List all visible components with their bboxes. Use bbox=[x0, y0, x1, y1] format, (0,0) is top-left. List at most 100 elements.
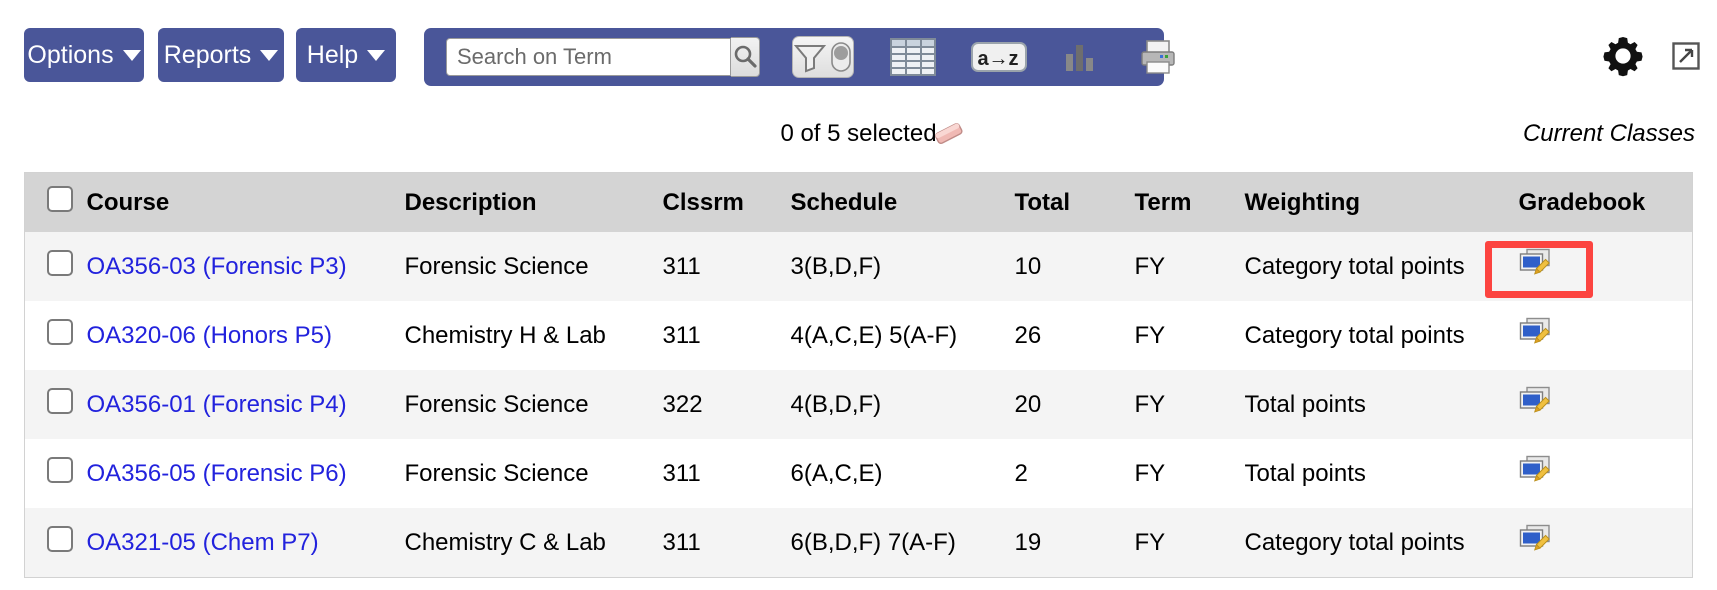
row-select-cell bbox=[25, 370, 87, 439]
chevron-down-icon bbox=[367, 49, 386, 61]
svg-text:a→z: a→z bbox=[977, 48, 1018, 70]
cell-clssrm: 311 bbox=[662, 321, 701, 349]
cell-course: OA356-03 (Forensic P3) bbox=[87, 232, 405, 301]
row-checkbox[interactable] bbox=[47, 526, 73, 552]
cell-weighting: Category total points bbox=[1244, 252, 1465, 280]
gradebook-button[interactable] bbox=[1519, 455, 1553, 492]
course-link[interactable]: OA356-01 (Forensic P4) bbox=[87, 391, 347, 418]
printer-icon bbox=[1141, 40, 1175, 74]
selection-count-label: 0 of 5 selected bbox=[780, 120, 937, 147]
clear-selection-button[interactable] bbox=[932, 120, 966, 153]
cell-description: Forensic Science bbox=[404, 252, 589, 280]
gradebook-button[interactable] bbox=[1519, 524, 1553, 561]
gradebook-edit-icon bbox=[1519, 317, 1550, 344]
cell-schedule: 3(B,D,F) bbox=[790, 252, 882, 280]
column-header-term[interactable]: Term bbox=[1135, 173, 1245, 233]
course-link[interactable]: OA321-05 (Chem P7) bbox=[87, 529, 319, 556]
cell-description: Forensic Science bbox=[404, 459, 589, 487]
cell-course: OA320-06 (Honors P5) bbox=[87, 301, 405, 370]
cell-total: 10 bbox=[1014, 252, 1042, 280]
cell-total: 20 bbox=[1014, 390, 1042, 418]
table-header: Course Description Clssrm Schedule Total… bbox=[24, 172, 1693, 233]
table-row: OA356-01 (Forensic P4) Forensic Science … bbox=[24, 370, 1693, 439]
cell-gradebook bbox=[1519, 439, 1693, 508]
cell-clssrm: 311 bbox=[662, 528, 701, 556]
settings-button[interactable] bbox=[1601, 34, 1645, 78]
reports-button-label: Reports bbox=[163, 40, 252, 69]
row-select-cell bbox=[25, 232, 87, 301]
open-in-new-window-icon bbox=[1672, 42, 1700, 70]
row-select-cell bbox=[25, 439, 87, 508]
table-header-row: Course Description Clssrm Schedule Total… bbox=[24, 172, 1693, 233]
cell-weighting: Category total points bbox=[1244, 528, 1465, 556]
table-row: OA321-05 (Chem P7) Chemistry C & Lab 311… bbox=[24, 508, 1693, 578]
course-link[interactable]: OA320-06 (Honors P5) bbox=[87, 322, 332, 349]
help-button-label: Help bbox=[306, 40, 359, 69]
gradebook-button[interactable] bbox=[1519, 248, 1553, 285]
cell-gradebook bbox=[1519, 301, 1693, 370]
chart-view-button[interactable] bbox=[1062, 32, 1098, 82]
cell-weighting: Total points bbox=[1244, 459, 1366, 487]
toolbar: Options Reports Help Search on Term a→z bbox=[0, 28, 1717, 88]
cell-description: Chemistry C & Lab bbox=[404, 528, 606, 556]
gear-icon bbox=[1603, 37, 1643, 77]
row-checkbox[interactable] bbox=[47, 319, 73, 345]
cell-schedule: 4(B,D,F) bbox=[790, 390, 882, 418]
course-link[interactable]: OA356-03 (Forensic P3) bbox=[87, 253, 347, 280]
reports-button[interactable]: Reports bbox=[158, 28, 284, 82]
filter-button[interactable] bbox=[792, 36, 854, 78]
chevron-down-icon bbox=[122, 49, 141, 61]
select-all-header bbox=[25, 173, 87, 233]
row-checkbox[interactable] bbox=[47, 457, 73, 483]
row-checkbox[interactable] bbox=[47, 388, 73, 414]
cell-clssrm: 322 bbox=[662, 390, 703, 418]
column-header-clssrm[interactable]: Clssrm bbox=[663, 173, 791, 233]
bar-chart-icon bbox=[1066, 45, 1093, 71]
column-header-total[interactable]: Total bbox=[1015, 173, 1135, 233]
help-button[interactable]: Help bbox=[296, 28, 396, 82]
search-submit-button[interactable] bbox=[731, 37, 760, 77]
row-checkbox[interactable] bbox=[47, 250, 73, 276]
print-button[interactable] bbox=[1138, 32, 1178, 82]
select-all-checkbox[interactable] bbox=[47, 186, 73, 212]
cell-schedule: 6(B,D,F) 7(A-F) bbox=[790, 528, 956, 556]
cell-gradebook bbox=[1519, 232, 1693, 301]
column-header-schedule[interactable]: Schedule bbox=[791, 173, 1015, 233]
cell-term: FY bbox=[1134, 252, 1166, 280]
course-link[interactable]: OA356-05 (Forensic P6) bbox=[87, 460, 347, 487]
cell-term: FY bbox=[1134, 528, 1166, 556]
toggle-switch-icon bbox=[831, 42, 851, 72]
gradebook-button[interactable] bbox=[1519, 317, 1553, 354]
cell-gradebook bbox=[1519, 508, 1693, 578]
eraser-icon bbox=[935, 123, 963, 145]
cell-clssrm: 311 bbox=[662, 459, 701, 487]
gradebook-button[interactable] bbox=[1519, 386, 1553, 423]
cell-course: OA356-01 (Forensic P4) bbox=[87, 370, 405, 439]
cell-description: Chemistry H & Lab bbox=[404, 321, 606, 349]
options-button[interactable]: Options bbox=[24, 28, 144, 82]
column-header-course[interactable]: Course bbox=[87, 173, 405, 233]
cell-course: OA321-05 (Chem P7) bbox=[87, 508, 405, 578]
cell-total: 19 bbox=[1014, 528, 1042, 556]
cell-gradebook bbox=[1519, 370, 1693, 439]
column-header-weighting[interactable]: Weighting bbox=[1245, 173, 1519, 233]
cell-term: FY bbox=[1134, 459, 1166, 487]
filter-icon bbox=[793, 45, 827, 73]
open-in-new-window-button[interactable] bbox=[1672, 42, 1700, 70]
courses-table: Course Description Clssrm Schedule Total… bbox=[24, 172, 1693, 578]
column-header-description[interactable]: Description bbox=[405, 173, 663, 233]
row-select-cell bbox=[25, 508, 87, 578]
table-grid-icon bbox=[890, 38, 936, 76]
grid-view-button[interactable] bbox=[890, 32, 936, 82]
cell-term: FY bbox=[1134, 390, 1166, 418]
cell-schedule: 6(A,C,E) bbox=[790, 459, 883, 487]
chevron-down-icon bbox=[260, 49, 279, 61]
cell-total: 2 bbox=[1014, 459, 1028, 487]
search-input[interactable] bbox=[446, 38, 731, 76]
cell-schedule: 4(A,C,E) 5(A-F) bbox=[790, 321, 958, 349]
sort-a-z-button[interactable]: a→z bbox=[970, 32, 1028, 82]
column-header-gradebook[interactable]: Gradebook bbox=[1519, 173, 1693, 233]
table-row: OA320-06 (Honors P5) Chemistry H & Lab 3… bbox=[24, 301, 1693, 370]
table-body: OA356-03 (Forensic P3) Forensic Science … bbox=[24, 232, 1693, 578]
gradebook-edit-icon bbox=[1519, 524, 1550, 551]
